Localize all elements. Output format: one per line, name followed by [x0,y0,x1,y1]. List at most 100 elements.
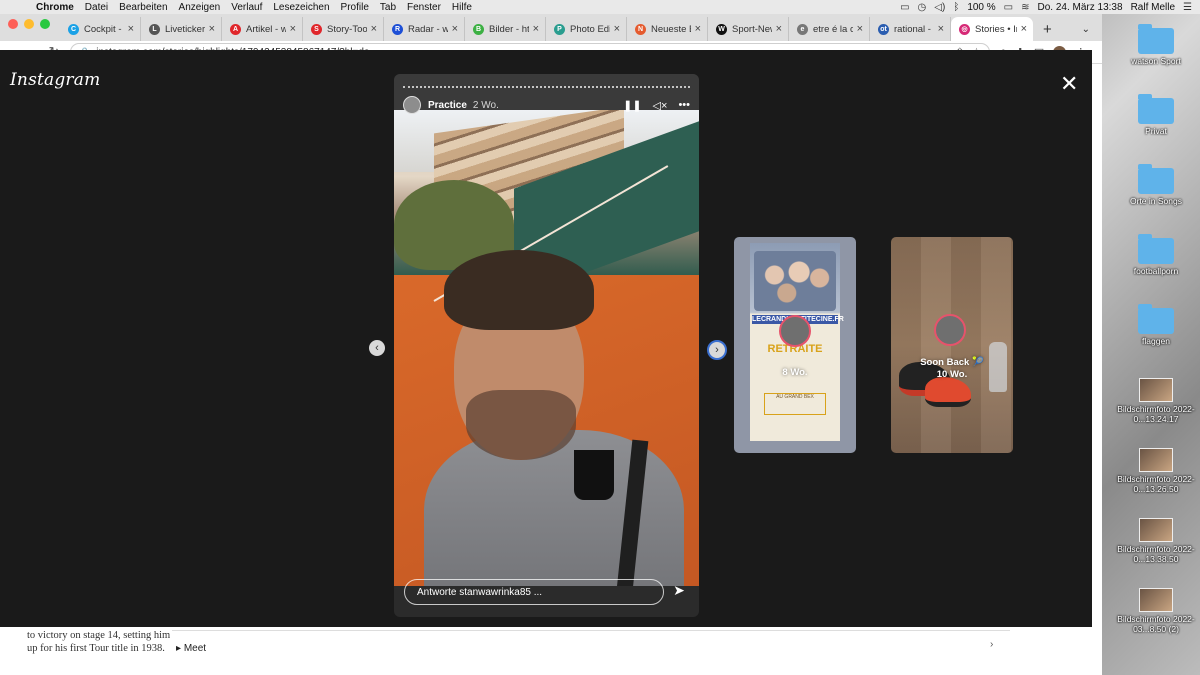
folder-icon [1138,304,1174,334]
folder-icon [1138,234,1174,264]
clock-icon[interactable]: ◷ [918,2,927,13]
tab-favicon-icon: L [149,23,160,35]
meet-toggle[interactable]: ▸ Meet [176,643,206,654]
tab-title: Neueste Ei [651,23,691,35]
desktop-screenshot[interactable]: Bildschirmfoto 2022-0...13.38.50 [1112,518,1200,564]
reply-input[interactable]: Antworte stanwawrinka85 ... [404,579,664,605]
browser-tab[interactable]: S Story-Tool × [303,17,384,41]
volume-icon[interactable]: ◁) [934,2,945,13]
folder-icon [1138,164,1174,194]
desktop-screenshot[interactable]: Bildschirmfoto 2022-0...13.24.17 [1112,378,1200,424]
tab-favicon-icon: B [473,23,484,35]
more-options-icon[interactable]: ••• [678,99,690,112]
screenshot-thumbnail [1139,378,1173,402]
new-tab-button[interactable]: + [1033,17,1062,41]
send-icon[interactable]: ➤ [669,582,689,602]
battery-label: 100 % [967,1,996,13]
browser-tab[interactable]: C Cockpit - w × [60,17,141,41]
menu-anzeigen[interactable]: Anzeigen [179,2,221,13]
bluetooth-icon[interactable]: ᛒ [953,2,959,13]
desktop-folder[interactable]: flaggen [1112,304,1200,346]
browser-tab[interactable]: L Liveticker - × [141,17,222,41]
tab-title: Story-Tool [327,23,367,35]
story-username[interactable]: Practice [428,100,467,111]
next-story-button[interactable]: › [707,340,727,360]
tab-search-icon[interactable]: ⌄ [1070,17,1102,41]
tab-favicon-icon: S [311,23,322,35]
chevron-right-icon[interactable]: › [990,639,993,650]
browser-tab[interactable]: A Artikel - w × [222,17,303,41]
mute-icon[interactable]: ◁× [653,99,668,112]
tab-title: Stories • In [975,23,1017,35]
desktop-screenshot[interactable]: Bildschirmfoto 2022-03...8.50 (2) [1112,588,1200,634]
menu-fenster[interactable]: Fenster [407,2,441,13]
folder-icon [1138,94,1174,124]
close-tab-icon[interactable]: × [695,23,701,35]
fullscreen-window-button[interactable] [40,19,50,29]
story-preview[interactable]: Soon Back 🎾 10 Wo. [891,237,1013,453]
browser-tab[interactable]: ◎ Stories • In × [951,17,1033,41]
browser-tab[interactable]: e etre é la ca × [789,17,870,41]
close-tab-icon[interactable]: × [614,23,620,35]
story-progress-bar [403,86,690,88]
close-tab-icon[interactable]: × [209,23,215,35]
menu-app[interactable]: Chrome [36,2,74,13]
menu-lesezeichen[interactable]: Lesezeichen [273,2,329,13]
menu-profile[interactable]: Profile [341,2,369,13]
close-tab-icon[interactable]: × [776,23,782,35]
close-tab-icon[interactable]: × [290,23,296,35]
airplay-icon[interactable]: ▭ [900,2,909,13]
menu-bearbeiten[interactable]: Bearbeiten [119,2,167,13]
close-icon[interactable]: ✕ [1060,73,1078,95]
mac-menubar: Chrome Datei Bearbeiten Anzeigen Verlauf… [0,0,1200,14]
close-tab-icon[interactable]: × [857,23,863,35]
close-tab-icon[interactable]: × [938,23,944,35]
wifi-icon[interactable]: ≋ [1021,2,1029,13]
desktop-screenshot[interactable]: Bildschirmfoto 2022-0...13.26.50 [1112,448,1200,494]
desktop-folder[interactable]: footballporn [1112,234,1200,276]
browser-tab[interactable]: ot rational - S × [870,17,951,41]
minimize-window-button[interactable] [24,19,34,29]
desktop-folder[interactable]: Orte in Songs [1112,164,1200,206]
browser-tab[interactable]: N Neueste Ei × [627,17,708,41]
pause-icon[interactable]: ❚❚ [623,99,641,112]
close-tab-icon[interactable]: × [452,23,458,35]
page-content: to victory on stage 14, setting him up f… [0,627,1102,675]
battery-icon[interactable]: ▭ [1004,2,1013,13]
tab-title: Photo Edito [570,23,610,35]
menu-verlauf[interactable]: Verlauf [231,2,262,13]
tab-favicon-icon: P [554,23,565,35]
close-tab-icon[interactable]: × [1021,23,1027,35]
menu-datei[interactable]: Datei [85,2,108,13]
story-card[interactable]: Practice 2 Wo. ❚❚ ◁× ••• Antworte stanwa… [394,74,699,617]
desktop-label: Bildschirmfoto 2022-0...13.26.50 [1117,474,1195,494]
menu-hilfe[interactable]: Hilfe [452,2,472,13]
tab-favicon-icon: R [392,23,403,35]
close-window-button[interactable] [8,19,18,29]
tab-favicon-icon: ot [878,23,889,35]
menu-tab[interactable]: Tab [380,2,396,13]
story-header: Practice 2 Wo. ❚❚ ◁× ••• [403,96,690,114]
instagram-logo[interactable]: Instagram [10,70,100,90]
story-photo [394,110,699,586]
avatar[interactable] [403,96,421,114]
story-preview[interactable]: LECRANDUPETITECINE.FR RETRAITE AU GRAND … [734,237,856,453]
user-name[interactable]: Ralf Melle [1131,2,1175,13]
tab-favicon-icon: ◎ [959,23,970,35]
browser-tab[interactable]: R Radar - w × [384,17,465,41]
previous-story-button[interactable]: ‹ [369,340,385,356]
tab-title: Radar - w [408,23,448,35]
close-tab-icon[interactable]: × [533,23,539,35]
browser-tab[interactable]: W Sport-New × [708,17,789,41]
close-tab-icon[interactable]: × [128,23,134,35]
datetime[interactable]: Do. 24. März 13:38 [1038,2,1123,13]
instagram-story-viewer: Instagram ✕ ‹ Practice 2 Wo. ❚❚ ◁× ••• A… [0,50,1092,627]
browser-tab[interactable]: P Photo Edito × [546,17,627,41]
browser-tab[interactable]: B Bilder - http × [465,17,546,41]
control-center-icon[interactable]: ☰ [1183,2,1192,13]
menubar-status: ▭ ◷ ◁) ᛒ 100 % ▭ ≋ Do. 24. März 13:38 Ra… [900,2,1192,13]
tab-title: Cockpit - w [84,23,124,35]
desktop-folder[interactable]: Privat [1112,94,1200,136]
close-tab-icon[interactable]: × [371,23,377,35]
desktop-folder[interactable]: watson Sport [1112,24,1200,66]
